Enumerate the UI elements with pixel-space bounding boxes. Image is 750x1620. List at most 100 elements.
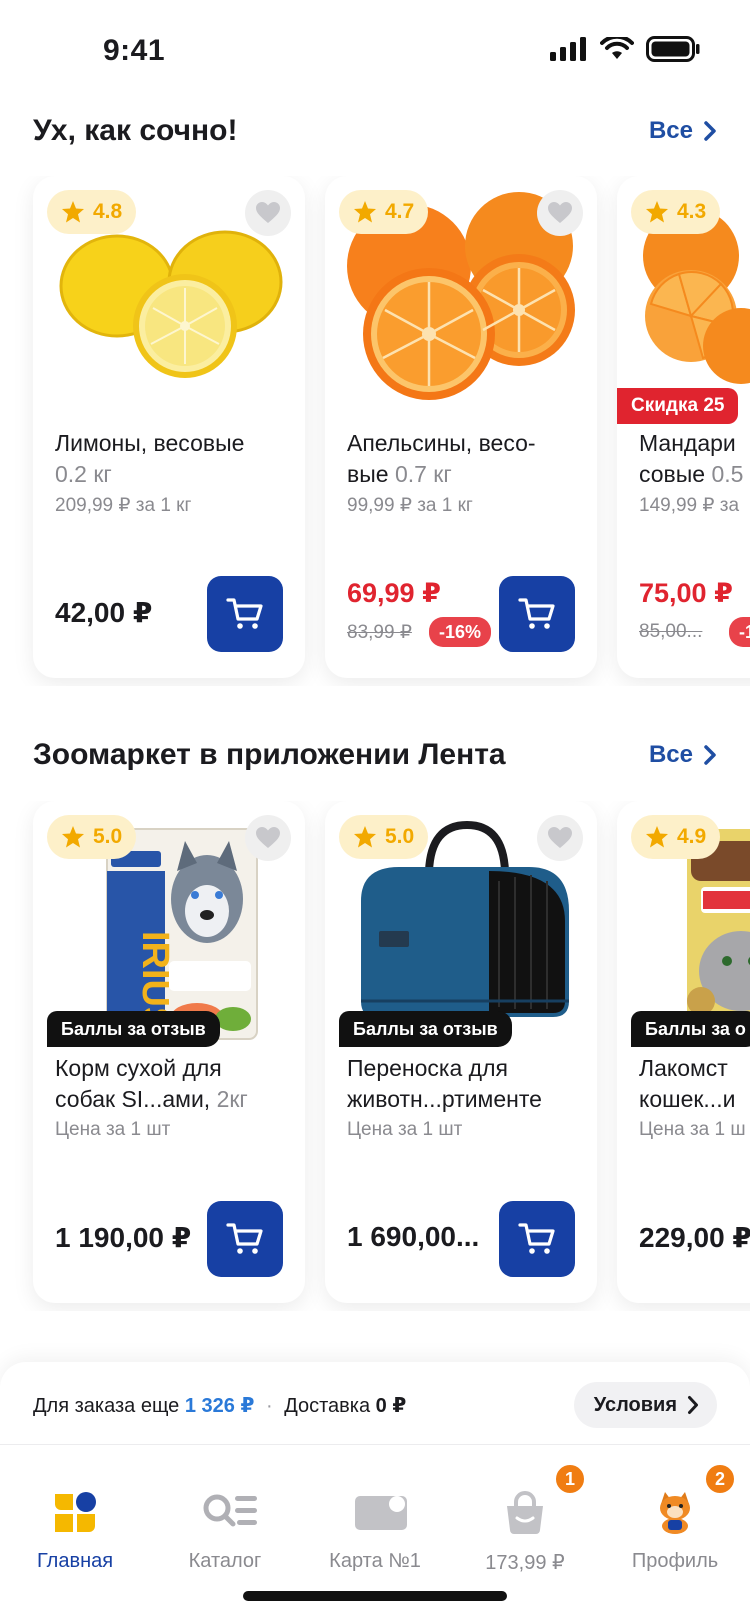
product-card[interactable]: IRIUS 5.0 Баллы за отзыв Корм сухой для … bbox=[33, 801, 305, 1303]
product-weight: 0.5 bbox=[711, 461, 744, 487]
delivery-prefix: Для заказа еще bbox=[33, 1394, 180, 1417]
card-icon bbox=[353, 1490, 407, 1534]
unit-price: 99,99 ₽ за 1 кг bbox=[347, 495, 473, 516]
product-name[interactable]: Лимоны, весовые 0.2 кг bbox=[55, 428, 303, 490]
product-card[interactable]: 4.9 Баллы за о Лакомст кошек...и Цена за… bbox=[617, 801, 750, 1303]
delivery-info-row: Для заказа еще 1 326 ₽ · Доставка 0 ₽ Ус… bbox=[33, 1382, 717, 1428]
unit-price: Цена за 1 шт bbox=[55, 1119, 171, 1140]
rating-value: 4.9 bbox=[677, 825, 707, 848]
chevron-right-icon bbox=[704, 121, 716, 141]
product-name[interactable]: Апельсины, весо- вые 0.7 кг bbox=[347, 428, 595, 490]
rating-badge: 4.7 bbox=[339, 190, 429, 234]
product-name-line2: совые bbox=[639, 461, 706, 487]
product-name[interactable]: Мандари совые 0.5 bbox=[639, 428, 750, 490]
cart-icon bbox=[518, 1223, 555, 1254]
cart-icon bbox=[518, 598, 555, 629]
add-to-cart-button[interactable] bbox=[499, 1201, 575, 1277]
add-to-cart-button[interactable] bbox=[207, 1201, 283, 1277]
chevron-right-icon bbox=[704, 745, 716, 765]
rating-badge: 5.0 bbox=[47, 815, 137, 859]
tab-cart[interactable]: 1 173,99 ₽ bbox=[450, 1454, 600, 1574]
sale-price: 75,00 ₽ bbox=[639, 578, 733, 608]
tab-loyalty-card[interactable]: Карта №1 bbox=[300, 1454, 450, 1574]
conditions-label: Условия bbox=[593, 1393, 677, 1416]
rating-badge: 5.0 bbox=[339, 815, 429, 859]
tab-label: Карта №1 bbox=[329, 1550, 421, 1572]
see-all-label: Все bbox=[648, 741, 693, 768]
product-carousel-juicy[interactable]: 4.8 Лимоны, весовые 0.2 кг 209,99 ₽ за 1… bbox=[0, 176, 750, 686]
product-weight: 0.2 кг bbox=[55, 461, 112, 487]
catalog-icon bbox=[203, 1490, 257, 1534]
add-to-cart-button[interactable] bbox=[207, 576, 283, 652]
rating-value: 4.7 bbox=[385, 200, 415, 223]
see-all-link[interactable]: Все bbox=[649, 741, 717, 769]
points-for-review-badge: Баллы за отзыв bbox=[339, 1011, 512, 1047]
rating-value: 4.8 bbox=[93, 200, 123, 223]
product-price: 42,00 ₽ bbox=[55, 597, 153, 628]
product-name-line1: Апельсины, весо- bbox=[347, 430, 536, 456]
product-name-line1: Переноска для bbox=[347, 1055, 508, 1081]
unit-price: Цена за 1 ш bbox=[639, 1119, 746, 1140]
tab-profile[interactable]: 2 Профиль bbox=[600, 1454, 750, 1574]
product-card[interactable]: 4.7 Апельсины, весо- вые 0.7 кг 99,99 ₽ … bbox=[325, 176, 597, 678]
product-name-line2: вые bbox=[347, 461, 389, 487]
product-card[interactable]: 4.3 Скидка 25 Мандари совые 0.5 149,99 ₽… bbox=[617, 176, 750, 678]
product-name-line1: Лакомст bbox=[639, 1055, 728, 1081]
home-indicator bbox=[243, 1591, 507, 1601]
rating-badge: 4.3 bbox=[631, 190, 721, 234]
product-name[interactable]: Корм сухой для собак SI...ами, 2кг bbox=[55, 1053, 303, 1115]
rating-value: 5.0 bbox=[93, 825, 123, 848]
profile-icon: 2 bbox=[653, 1462, 737, 1534]
tab-label: Каталог bbox=[188, 1550, 262, 1572]
add-to-cart-button[interactable] bbox=[499, 576, 575, 652]
product-weight: 0.7 кг bbox=[394, 461, 452, 487]
product-name-line1: Корм сухой для bbox=[55, 1055, 222, 1081]
unit-price: 209,99 ₽ за 1 кг bbox=[55, 495, 192, 516]
star-icon bbox=[62, 201, 84, 223]
bottom-panel: Для заказа еще 1 326 ₽ · Доставка 0 ₽ Ус… bbox=[0, 1362, 750, 1620]
rating-value: 4.3 bbox=[677, 200, 707, 223]
tab-label: Профиль bbox=[631, 1550, 719, 1572]
section-title: Зоомаркет в приложении Лента bbox=[33, 738, 506, 771]
see-all-label: Все bbox=[648, 117, 693, 144]
product-carousel-zoo[interactable]: IRIUS 5.0 Баллы за отзыв Корм сухой для … bbox=[0, 801, 750, 1311]
heart-icon bbox=[548, 202, 572, 223]
heart-icon bbox=[548, 827, 572, 848]
cart-icon bbox=[226, 598, 263, 629]
favorite-button[interactable] bbox=[537, 815, 583, 861]
unit-price: 149,99 ₽ за bbox=[639, 495, 740, 516]
favorite-button[interactable] bbox=[245, 190, 291, 236]
signal-icon bbox=[550, 37, 586, 61]
divider bbox=[0, 1444, 750, 1445]
discount-badge: -1 bbox=[729, 617, 750, 647]
tab-home[interactable]: Главная bbox=[0, 1454, 150, 1574]
chevron-right-icon bbox=[688, 1396, 698, 1414]
section-title: Ух, как сочно! bbox=[33, 114, 238, 147]
see-all-link[interactable]: Все bbox=[649, 117, 717, 145]
star-icon bbox=[354, 826, 376, 848]
tab-label: 173,99 ₽ bbox=[485, 1552, 565, 1574]
tab-catalog[interactable]: Каталог bbox=[150, 1454, 300, 1574]
heart-icon bbox=[256, 202, 280, 223]
product-name[interactable]: Лакомст кошек...и bbox=[639, 1053, 750, 1115]
separator-dot: · bbox=[265, 1394, 273, 1417]
favorite-button[interactable] bbox=[537, 190, 583, 236]
product-name-line2: животн...ртименте bbox=[347, 1086, 542, 1112]
rating-badge: 4.9 bbox=[631, 815, 721, 859]
sale-price: 69,99 ₽ bbox=[347, 578, 441, 608]
product-name-line1: Мандари bbox=[639, 430, 736, 456]
section-juicy-header: Ух, как сочно! Все bbox=[33, 106, 717, 156]
delivery-label: Доставка bbox=[284, 1394, 371, 1417]
delivery-price: 0 ₽ bbox=[375, 1394, 407, 1417]
unit-price: Цена за 1 шт bbox=[347, 1119, 463, 1140]
battery-icon bbox=[646, 36, 700, 62]
product-card[interactable]: 5.0 Баллы за отзыв Переноска для животн.… bbox=[325, 801, 597, 1303]
product-name-line2: собак SI...ами, bbox=[55, 1086, 211, 1112]
old-price: 85,00... bbox=[639, 621, 703, 642]
conditions-button[interactable]: Условия bbox=[573, 1382, 717, 1428]
product-name-line1: Лимоны, весовые bbox=[55, 430, 245, 456]
favorite-button[interactable] bbox=[245, 815, 291, 861]
product-name[interactable]: Переноска для животн...ртименте bbox=[347, 1053, 595, 1115]
old-price: 83,99 ₽ bbox=[347, 622, 412, 643]
product-card[interactable]: 4.8 Лимоны, весовые 0.2 кг 209,99 ₽ за 1… bbox=[33, 176, 305, 678]
